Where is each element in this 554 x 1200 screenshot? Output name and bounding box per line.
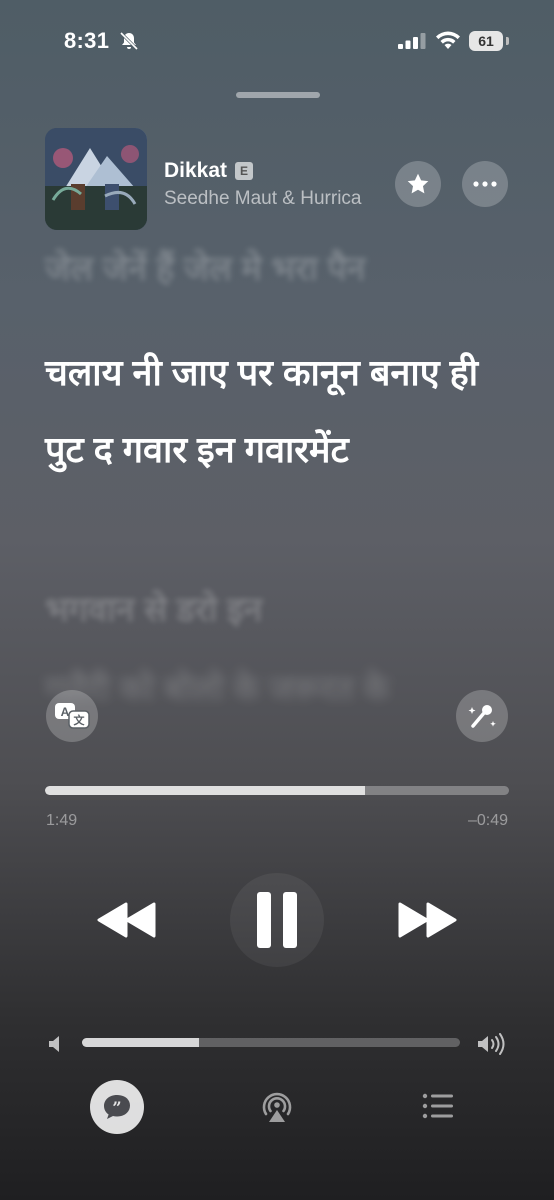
volume-slider[interactable] — [82, 1038, 460, 1047]
battery-level: 61 — [469, 31, 503, 51]
forward-icon — [398, 902, 457, 938]
album-artwork[interactable] — [45, 128, 147, 230]
sheet-grabber[interactable] — [236, 92, 320, 98]
lyric-line-current[interactable]: चलाय नी जाए पर कानून बनाए ही पुट द गवार … — [45, 334, 515, 488]
bell-slash-icon — [119, 31, 139, 51]
playback-scrubber[interactable] — [45, 786, 509, 795]
volume-level — [82, 1038, 200, 1047]
list-icon — [422, 1093, 453, 1119]
status-time: 8:31 — [64, 28, 110, 53]
backward-icon — [97, 902, 156, 938]
playback-progress — [45, 786, 366, 795]
airplay-icon — [262, 1092, 292, 1122]
battery-icon: 61 — [469, 31, 509, 51]
pause-icon — [257, 892, 297, 948]
lyric-line-previous[interactable]: जेल जेनें हैं जेल मे भरा पैन — [45, 244, 366, 290]
favorite-button[interactable] — [395, 161, 441, 207]
volume-low-icon — [49, 1036, 59, 1052]
title-row: Dikkat E — [164, 158, 254, 184]
queue-button[interactable] — [421, 1092, 455, 1120]
quote-bubble-icon: ” — [104, 1095, 130, 1119]
pause-button[interactable] — [230, 873, 324, 967]
microphone-sparkle-icon — [456, 690, 508, 742]
song-title: Dikkat — [164, 159, 228, 182]
fast-forward-button[interactable] — [396, 900, 458, 940]
translate-lyrics-button[interactable]: A 文 — [46, 690, 98, 742]
remaining-time: –0:49 — [467, 812, 508, 829]
volume-high-icon — [478, 1033, 505, 1055]
translate-icon: A 文 — [46, 690, 98, 742]
cellular-signal-icon — [398, 33, 426, 49]
wifi-icon — [436, 31, 460, 49]
explicit-badge: E — [235, 162, 254, 180]
artist-name[interactable]: Seedhe Maut & Hurrica — [164, 188, 386, 210]
airplay-button[interactable] — [258, 1088, 296, 1126]
svg-text:”: ” — [112, 1098, 121, 1117]
rewind-button[interactable] — [96, 900, 158, 940]
svg-text:文: 文 — [74, 713, 86, 727]
lyrics-toggle-button[interactable]: ” — [90, 1080, 144, 1134]
sing-mode-button[interactable] — [456, 690, 508, 742]
more-button[interactable] — [462, 161, 508, 207]
star-icon — [407, 173, 429, 194]
ellipsis-icon — [473, 181, 497, 187]
elapsed-time: 1:49 — [46, 812, 78, 829]
lyric-line-next[interactable]: भगवान से डरो इन — [45, 585, 262, 631]
